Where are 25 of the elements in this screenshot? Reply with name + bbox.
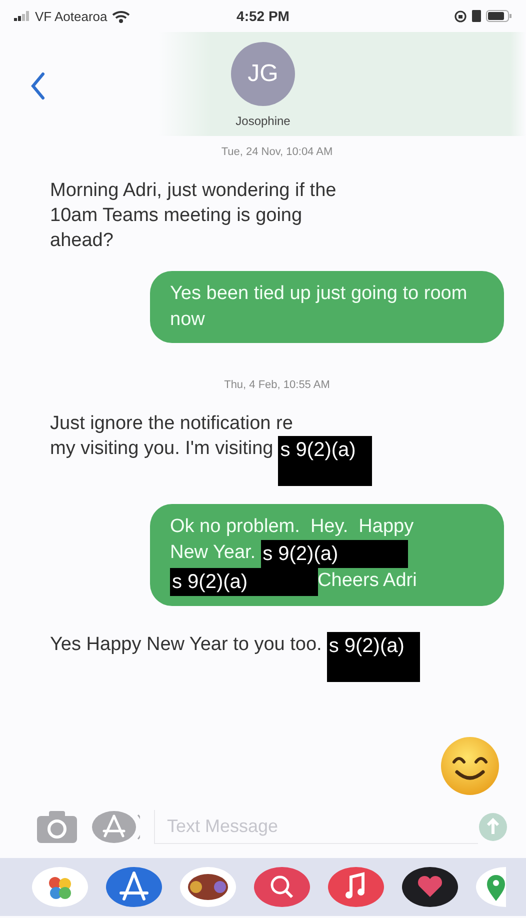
rotation-lock-icon: [454, 10, 467, 22]
redaction-box: s 9(2)(a): [278, 436, 372, 486]
app-store-icon[interactable]: [92, 810, 140, 844]
wifi-icon: [112, 10, 130, 22]
message-text: Morning Adri, just wondering if the 10am Teams meeting is going ahead?: [50, 180, 338, 251]
message-text: Yes Happy New Year to you too.: [50, 633, 322, 657]
signal-icon: [14, 11, 30, 21]
battery-icon: [486, 10, 512, 22]
redaction-box: s 9(2)(a): [326, 632, 420, 682]
message-text: New Year.: [170, 541, 256, 565]
timestamp: Tue, 24 Nov, 10:04 AM: [221, 146, 333, 158]
smiling-emoji-icon: [440, 736, 500, 796]
message-text: my visiting you. I'm visiting: [50, 437, 274, 461]
carrier-name: VF Aotearoa: [35, 8, 108, 24]
message-text: Cheers Adri: [318, 569, 417, 593]
message-text: Ok no problem. Hey. Happy: [170, 515, 414, 539]
redaction-box: s 9(2)(a): [170, 568, 318, 596]
contact-name[interactable]: Josophine: [236, 114, 290, 128]
status-time: 4:52 PM: [236, 8, 290, 24]
redaction-box: s 9(2)(a): [260, 540, 408, 568]
message-text: Yes been tied up just going to room now: [170, 283, 468, 330]
message-text: Just ignore the notification re: [50, 412, 293, 436]
camera-icon[interactable]: [36, 810, 78, 844]
timestamp: Thu, 4 Feb, 10:55 AM: [224, 379, 330, 391]
back-icon[interactable]: [30, 72, 46, 100]
